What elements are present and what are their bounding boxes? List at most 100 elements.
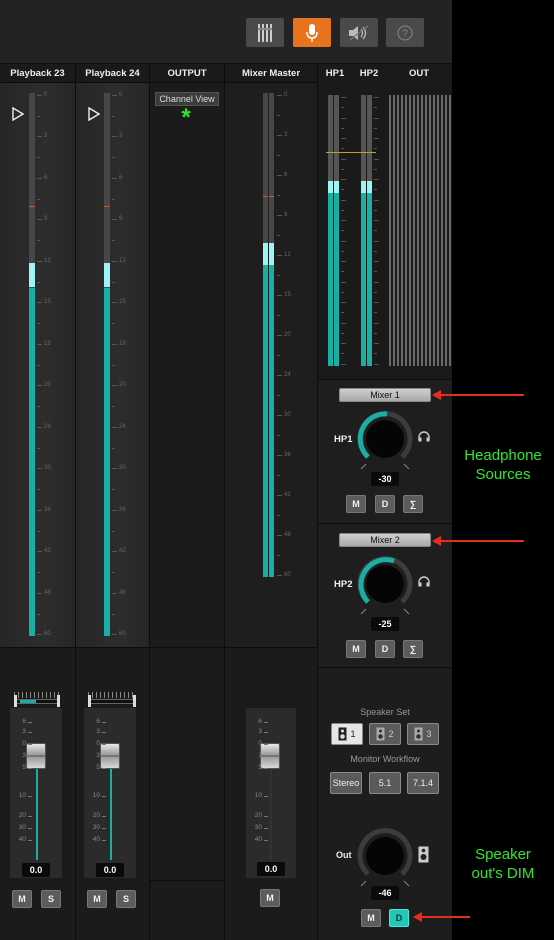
fader-scale-tick (102, 828, 106, 829)
fader-scale-label: 3 (22, 728, 26, 735)
hp1-volume-knob[interactable] (354, 408, 416, 470)
scale-tick (112, 510, 117, 511)
speaker-set-3-button[interactable]: 3 (407, 723, 439, 745)
scale-tick (112, 136, 117, 137)
scale-label: 12 (44, 258, 51, 264)
scale-tick (37, 302, 42, 303)
hp2-mute-button[interactable]: M (346, 640, 366, 658)
annotation-speaker-dim: Speaker out's DIM (471, 846, 535, 882)
play-icon[interactable] (12, 107, 24, 121)
out-channel-meter (389, 95, 391, 366)
hp2-sum-button[interactable]: ∑ (403, 640, 423, 658)
scale-tick (112, 95, 117, 96)
scale-label: 30 (284, 412, 291, 418)
hp2-source-select[interactable]: Mixer 2 (339, 533, 431, 547)
scale-minor-tick (37, 571, 40, 573)
microphone-button[interactable] (293, 18, 331, 47)
hp2-volume-knob[interactable] (354, 553, 416, 615)
scale-minor-tick (37, 364, 40, 366)
meter-scale: 0 3 6 9 12 15 20 24 30 36 42 48 60 (277, 92, 299, 578)
out-channel-meter (445, 95, 447, 366)
out-channel-meter (421, 95, 423, 366)
fader-scale-label: 3 (258, 728, 262, 735)
scale-minor-tick (374, 230, 377, 232)
speaker-set-2-button[interactable]: 2 (369, 723, 401, 745)
scale-tick (277, 535, 282, 536)
scale-minor-tick (112, 364, 115, 366)
hp1-source-select[interactable]: Mixer 1 (339, 388, 431, 402)
scale-label: 36 (119, 507, 126, 513)
scale-minor-tick (37, 239, 40, 241)
fader-scale-label: 3 (96, 752, 100, 759)
volume-value-playback-24[interactable]: 0.0 (96, 863, 124, 877)
scale-tick (277, 455, 282, 456)
scale-label: 15 (284, 292, 291, 298)
scale-label: 9 (119, 216, 123, 222)
scale-tick (341, 302, 346, 303)
pan-slider-playback-24[interactable] (88, 692, 136, 707)
headphones-icon (418, 431, 430, 442)
volume-value-master[interactable]: 0.0 (257, 862, 285, 876)
workflow-5-1-button[interactable]: 5.1 (369, 772, 401, 794)
workflow-7-1-4-button[interactable]: 7.1.4 (407, 772, 439, 794)
fader-scale-tick (28, 796, 32, 797)
scale-minor-tick (341, 312, 344, 314)
hp1-volume-value[interactable]: -30 (371, 472, 399, 486)
out-volume-value[interactable]: -46 (371, 886, 399, 900)
speaker-set-1-button[interactable]: 1 (331, 723, 363, 745)
solo-button-playback-24[interactable]: S (116, 890, 136, 908)
scale-minor-tick (37, 156, 40, 158)
scale-label: 42 (44, 548, 51, 554)
scale-minor-tick (277, 235, 280, 237)
scale-minor-tick (277, 315, 280, 317)
pan-slider-playback-23[interactable] (14, 692, 60, 707)
workflow-stereo-button[interactable]: Stereo (330, 772, 362, 794)
scale-minor-tick (112, 198, 115, 200)
scale-minor-tick (277, 155, 280, 157)
speaker-mute-button[interactable] (340, 18, 378, 47)
out-volume-knob[interactable] (354, 825, 416, 887)
header-mixer-master: Mixer Master (225, 64, 317, 82)
mute-button-playback-24[interactable]: M (87, 890, 107, 908)
help-button[interactable]: ? (386, 18, 424, 47)
level-meter-playback-24 (104, 93, 110, 636)
hp1-sum-button[interactable]: ∑ (403, 495, 423, 513)
volume-fader-master[interactable] (260, 743, 280, 769)
mute-button-playback-23[interactable]: M (12, 890, 32, 908)
scale-label: 30 (119, 465, 126, 471)
play-icon[interactable] (88, 107, 100, 121)
scale-tick (341, 241, 346, 242)
mixer-bars-icon (258, 23, 272, 42)
fader-scale-tick (28, 816, 32, 817)
scale-minor-tick (374, 251, 377, 253)
meter-scale (341, 95, 363, 366)
strip-output (150, 82, 224, 940)
fader-scale-label: 20 (18, 812, 26, 819)
mute-button-master[interactable]: M (260, 889, 280, 907)
scale-tick (112, 551, 117, 552)
mixer-view-button[interactable] (246, 18, 284, 47)
scale-label: 42 (284, 492, 291, 498)
scale-minor-tick (37, 447, 40, 449)
out-mute-button[interactable]: M (361, 909, 381, 927)
scale-minor-tick (112, 156, 115, 158)
scale-minor-tick (277, 355, 280, 357)
scale-tick (374, 200, 379, 201)
scale-minor-tick (277, 275, 280, 277)
out-dim-button[interactable]: D (389, 909, 409, 927)
hp1-dim-button[interactable]: D (375, 495, 395, 513)
scale-label: 0 (44, 92, 48, 98)
hp2-volume-value[interactable]: -25 (371, 617, 399, 631)
scale-tick (341, 343, 346, 344)
scale-tick (112, 302, 117, 303)
volume-value-playback-23[interactable]: 0.0 (22, 863, 50, 877)
speaker-icon (418, 846, 429, 863)
microphone-icon (306, 23, 318, 42)
hp2-dim-button[interactable]: D (375, 640, 395, 658)
solo-button-playback-23[interactable]: S (41, 890, 61, 908)
peak-line (326, 152, 376, 153)
annotation-arrow (437, 394, 524, 396)
scale-minor-tick (277, 435, 280, 437)
hp1-mute-button[interactable]: M (346, 495, 366, 513)
scale-tick (112, 178, 117, 179)
